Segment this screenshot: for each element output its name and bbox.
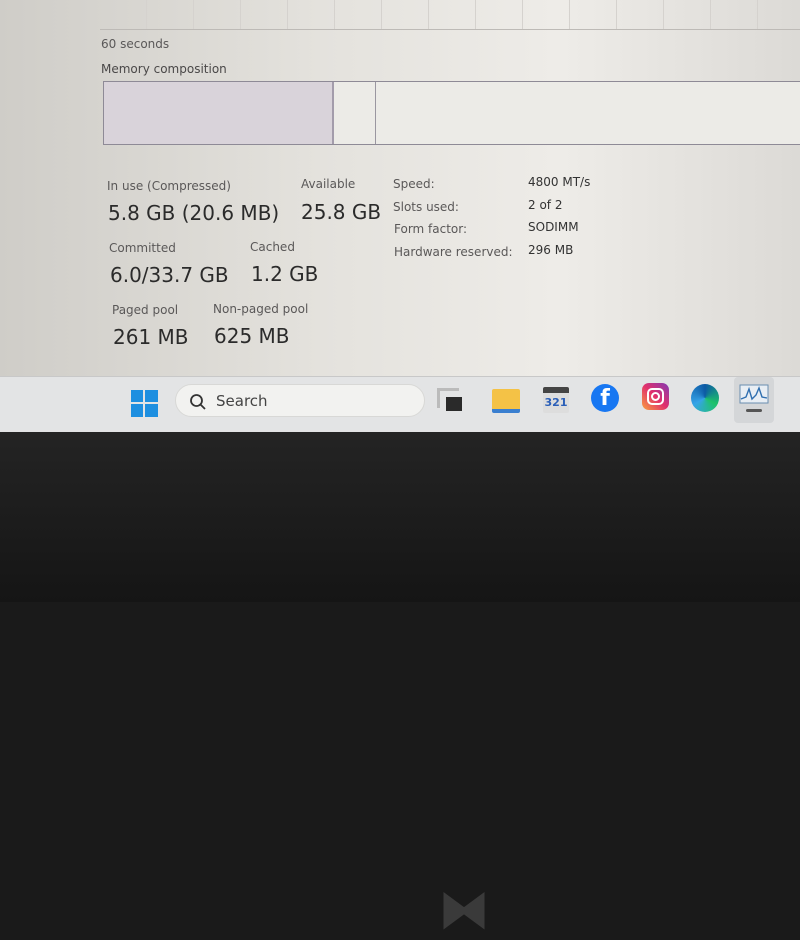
search-box[interactable]: Search [175,384,425,417]
facebook-icon[interactable]: f [591,384,619,412]
hardware-reserved-label: Hardware reserved: [394,245,513,259]
task-manager-memory-panel: 60 seconds Memory composition In use (Co… [0,0,800,432]
search-icon [190,394,206,410]
paged-pool-label: Paged pool [112,303,179,317]
committed-value: 6.0/33.7 GB [110,263,229,287]
laptop-logo: ⧓ [438,880,490,940]
time-span-label: 60 seconds [101,37,170,51]
edge-icon[interactable] [691,384,719,412]
available-label: Available [301,177,356,191]
taskbar: Search 321 f [0,376,800,432]
non-paged-pool-value: 625 MB [214,324,290,348]
modified-segment [334,82,376,144]
in-use-segment [104,82,334,144]
committed-label: Committed [109,241,176,255]
memory-composition-bar [103,81,800,145]
laptop-bezel: ⧓ [0,432,800,940]
memory-composition-label: Memory composition [101,62,227,76]
cached-value: 1.2 GB [251,262,319,286]
start-icon[interactable] [131,390,158,417]
search-placeholder: Search [216,392,268,410]
media-player-icon[interactable]: 321 [543,387,569,413]
available-value: 25.8 GB [301,200,382,224]
task-manager-icon[interactable] [734,377,774,423]
hardware-reserved-value: 296 MB [528,243,574,257]
slots-used-label: Slots used: [393,200,459,214]
form-factor-label: Form factor: [394,222,468,236]
memory-usage-graph [100,0,800,30]
paged-pool-value: 261 MB [113,325,189,349]
speed-value: 4800 MT/s [528,175,591,189]
cached-label: Cached [250,240,295,254]
in-use-value: 5.8 GB (20.6 MB) [108,201,280,225]
instagram-icon[interactable] [642,383,669,410]
form-factor-value: SODIMM [528,220,579,234]
slots-used-value: 2 of 2 [528,198,563,212]
non-paged-pool-label: Non-paged pool [213,302,309,316]
task-view-icon[interactable] [440,391,462,411]
in-use-label: In use (Compressed) [107,179,231,193]
file-explorer-icon[interactable] [492,389,520,413]
speed-label: Speed: [393,177,435,191]
